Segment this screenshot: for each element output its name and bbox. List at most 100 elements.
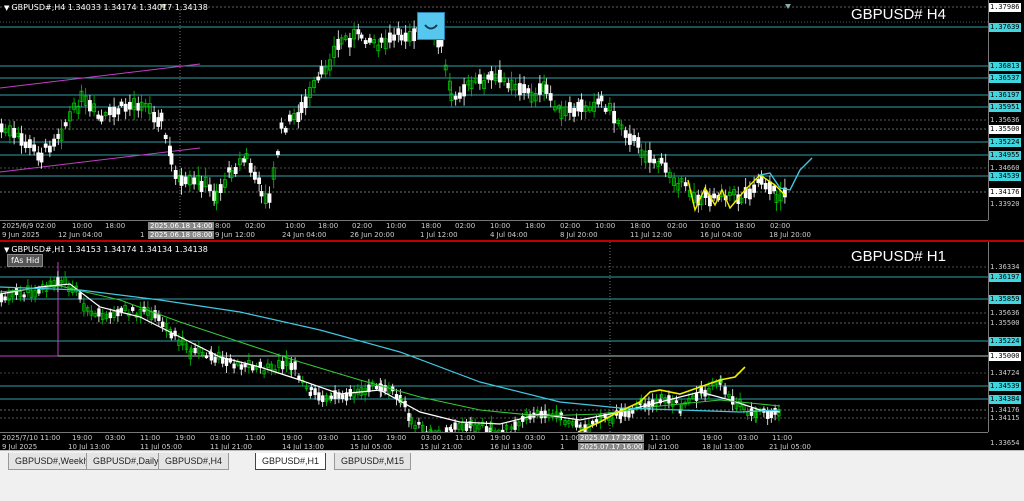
candle-body: [454, 423, 457, 430]
candle-body: [753, 185, 756, 193]
candle-body: [288, 115, 291, 121]
candle-body: [13, 128, 16, 137]
lower-price-axis[interactable]: 1.363341.361971.358591.356361.355001.352…: [989, 242, 1024, 432]
price-label: 1.36197: [989, 91, 1021, 100]
candle-body: [321, 396, 324, 402]
candle-body: [523, 85, 526, 93]
candle-body: [244, 364, 247, 367]
time-label: 19:00: [490, 434, 510, 442]
lower-plot-area[interactable]: ▼GBPUSD#,H1 1.34153 1.34174 1.34134 1.34…: [0, 242, 989, 432]
candle-body: [160, 113, 163, 121]
tab-gbpusd-h1[interactable]: GBPUSD#,H1: [255, 453, 326, 470]
upper-plot-area[interactable]: ▼GBPUSD#,H4 1.34033 1.34174 1.34017 1.34…: [0, 0, 989, 220]
lower-chart-panel[interactable]: ▼GBPUSD#,H1 1.34153 1.34174 1.34134 1.34…: [0, 240, 1024, 452]
price-label: 1.33920: [989, 200, 1021, 209]
time-label: 11:00: [650, 434, 670, 442]
candle-body: [157, 118, 160, 127]
candle-body: [695, 393, 698, 401]
upper-chart-panel[interactable]: ▼GBPUSD#,H4 1.34033 1.34174 1.34017 1.34…: [0, 0, 1024, 240]
candle-body: [260, 191, 263, 196]
candle-body: [200, 181, 203, 191]
candle-body: [4, 297, 7, 300]
candle-body: [514, 422, 517, 430]
candle-body: [613, 111, 616, 122]
candle-body: [580, 100, 583, 112]
price-label: 1.35636: [989, 116, 1021, 125]
tab-gbpusd-weekly[interactable]: GBPUSD#,Weekly: [8, 453, 97, 470]
ma-white-line: [0, 284, 780, 424]
candle-body: [131, 308, 134, 311]
candle-body: [109, 313, 112, 318]
candle-body: [28, 140, 31, 148]
candle-body: [193, 178, 196, 184]
candle-body: [478, 75, 481, 84]
candle-body: [310, 387, 313, 389]
tab-gbpusd-daily[interactable]: GBPUSD#,Daily: [86, 453, 166, 470]
candle-body: [624, 131, 627, 138]
candle-body: [214, 357, 217, 362]
candle-body: [318, 393, 321, 400]
candle-body: [300, 102, 303, 112]
price-label: 1.36537: [989, 74, 1021, 83]
candle-body: [253, 172, 256, 179]
upper-chart-header: ▼GBPUSD#,H4 1.34033 1.34174 1.34017 1.34…: [4, 3, 208, 12]
candle-body: [766, 411, 769, 418]
lower-symbol-title: GBPUSD# H1: [851, 248, 946, 265]
time-label: 18:00: [525, 222, 545, 230]
price-label: 1.34955: [989, 151, 1021, 160]
candle-body: [180, 176, 183, 186]
price-label: 1.35000: [989, 352, 1021, 361]
channel-line: [0, 64, 200, 88]
tab-gbpusd-m15[interactable]: GBPUSD#,M15: [334, 453, 411, 470]
candle-body: [23, 295, 26, 297]
date-label: 1: [140, 231, 144, 239]
chart-tab-bar: GBPUSD#,WeeklyGBPUSD#,DailyGBPUSD#,H4 GBP…: [0, 450, 1024, 501]
upper-price-axis[interactable]: 1.379861.376391.368131.365371.361971.359…: [989, 0, 1024, 220]
time-label: 11:00: [245, 434, 265, 442]
candle-body: [770, 412, 773, 418]
candle-body: [573, 108, 576, 116]
time-label: 10:00: [595, 222, 615, 230]
tab-gbpusd-h4[interactable]: GBPUSD#,H4: [158, 453, 229, 470]
candle-body: [117, 109, 120, 114]
time-label: 03:00: [738, 434, 758, 442]
price-label: 1.35859: [989, 295, 1021, 304]
candle-body: [773, 186, 776, 191]
time-label: 02:00: [560, 222, 580, 230]
time-label: 10:00: [285, 222, 305, 230]
candle-body: [380, 38, 383, 42]
smiley-expert-icon[interactable]: [417, 12, 445, 40]
candle-body: [490, 72, 493, 80]
candle-body: [158, 315, 161, 321]
candle-body: [290, 363, 293, 369]
candle-body: [463, 85, 466, 96]
candle-body: [153, 112, 156, 121]
candle-body: [44, 144, 47, 147]
candle-body: [465, 424, 468, 431]
upper-time-axis[interactable]: 2025/6/9 02:0010:0018:002025.06.18 14:00…: [0, 220, 988, 239]
candle-body: [164, 135, 167, 138]
time-label: 18:00: [421, 222, 441, 230]
candle-body: [233, 364, 236, 368]
lower-time-axis[interactable]: 2025/7/10 11:00 19:00 03:00 11:00 19:00 03:00…: [0, 432, 988, 451]
time-label: 02:00: [352, 222, 372, 230]
candle-body: [633, 136, 636, 141]
candle-body: [53, 139, 56, 146]
candle-body: [249, 163, 252, 172]
candle-body: [240, 365, 243, 370]
price-label: 1.35224: [989, 337, 1021, 346]
candle-body: [507, 83, 510, 88]
price-label: 1.34539: [989, 382, 1021, 391]
candle-body: [397, 29, 400, 35]
candle-body: [117, 310, 120, 316]
candle-body: [243, 159, 246, 162]
candle-body: [258, 178, 261, 184]
time-label: 19:00: [702, 434, 722, 442]
date-label: 4 Jul 04:00: [490, 231, 528, 239]
candle-body: [280, 123, 283, 128]
time-label: 02:00: [455, 222, 475, 230]
candle-body: [454, 96, 457, 99]
time-label: 03:00: [421, 434, 441, 442]
time-label: 2025/7/10 11:00: [2, 434, 60, 442]
time-label: 10:00: [72, 222, 92, 230]
